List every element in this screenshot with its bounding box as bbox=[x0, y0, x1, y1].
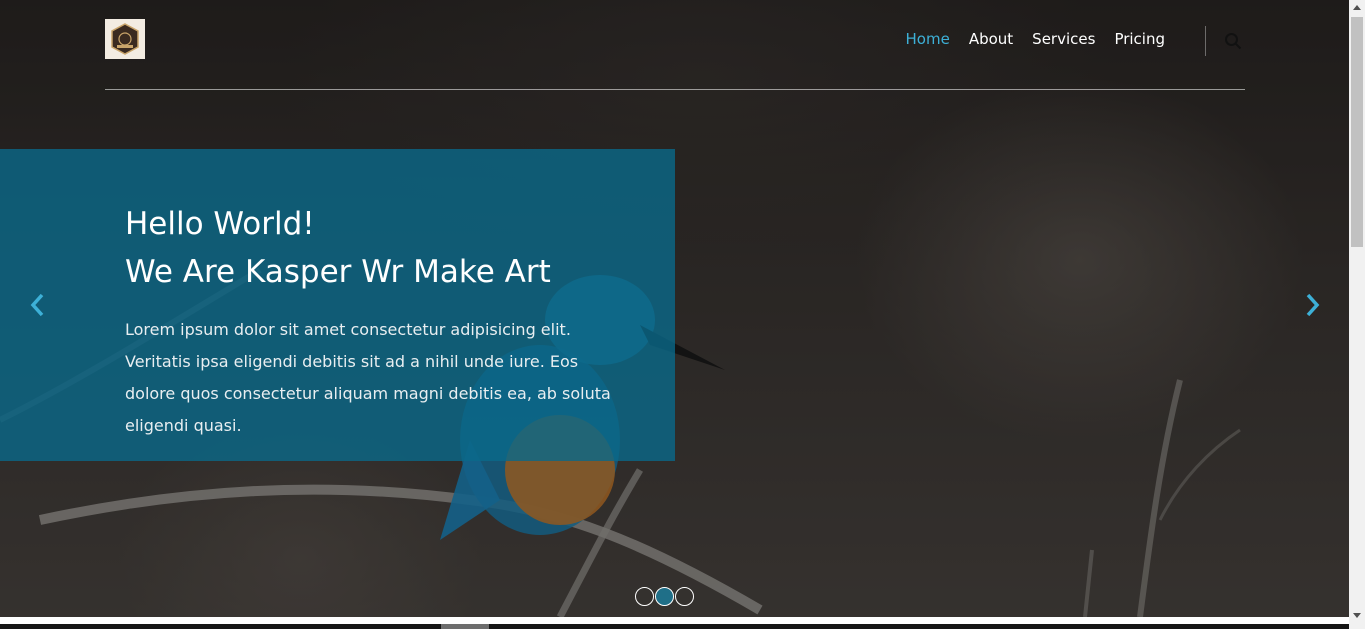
main-nav: Home About Services Pricing bbox=[906, 30, 1165, 48]
hero-title: Hello World! We Are Kasper Wr Make Art bbox=[125, 200, 551, 296]
nav-divider bbox=[1205, 26, 1206, 56]
slide-bullet-2[interactable] bbox=[655, 587, 674, 606]
hero-section: Home About Services Pricing Hello World!… bbox=[0, 0, 1349, 617]
slide-bullet-1[interactable] bbox=[635, 587, 654, 606]
scrollbar-thumb[interactable] bbox=[1351, 17, 1363, 247]
vertical-scrollbar[interactable] bbox=[1349, 0, 1365, 629]
hero-title-line-2: We Are Kasper Wr Make Art bbox=[125, 254, 551, 290]
logo[interactable] bbox=[105, 19, 145, 59]
horizontal-scrollbar-track bbox=[0, 624, 1349, 629]
scroll-up-arrow-icon[interactable] bbox=[1353, 5, 1361, 10]
chevron-right-icon bbox=[1306, 293, 1320, 317]
search-icon[interactable] bbox=[1224, 32, 1242, 50]
slide-bullet-3[interactable] bbox=[675, 587, 694, 606]
nav-link-home[interactable]: Home bbox=[906, 30, 950, 48]
scroll-down-arrow-icon[interactable] bbox=[1353, 613, 1361, 618]
nav-link-pricing[interactable]: Pricing bbox=[1114, 30, 1165, 48]
horizontal-scrollbar[interactable] bbox=[0, 617, 1349, 629]
slide-bullets bbox=[635, 587, 695, 606]
horizontal-scrollbar-thumb[interactable] bbox=[441, 624, 489, 629]
hero-title-line-1: Hello World! bbox=[125, 206, 315, 242]
navbar: Home About Services Pricing bbox=[105, 0, 1245, 90]
next-slide-button[interactable] bbox=[1298, 288, 1328, 322]
hero-description: Lorem ipsum dolor sit amet consectetur a… bbox=[125, 320, 611, 435]
chevron-left-icon bbox=[30, 293, 44, 317]
prev-slide-button[interactable] bbox=[22, 288, 52, 322]
nav-link-about[interactable]: About bbox=[969, 30, 1013, 48]
nav-link-services[interactable]: Services bbox=[1032, 30, 1095, 48]
logo-badge-icon bbox=[111, 23, 139, 55]
